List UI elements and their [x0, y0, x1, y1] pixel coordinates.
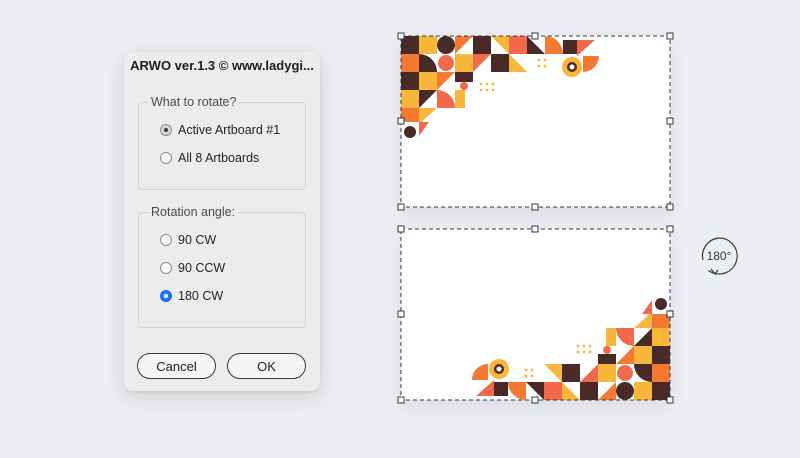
radio-all-artboards-label: All 8 Artboards [178, 151, 260, 165]
radio-90-cw[interactable]: 90 CW [160, 231, 216, 249]
radio-90-cw-label: 90 CW [178, 233, 217, 247]
radio-all-artboards[interactable]: All 8 Artboards [160, 149, 259, 167]
radio-active-artboard-label: Active Artboard #1 [178, 123, 281, 137]
what-to-rotate-group: What to rotate? [138, 95, 306, 190]
geometric-pattern-bottom-right [472, 298, 670, 400]
arwo-dialog: ARWO ver.1.3 © www.ladygi... What to rot… [124, 52, 320, 391]
rotation-angle-legend: Rotation angle: [148, 205, 239, 219]
geometric-pattern-top-left [401, 36, 599, 138]
radio-90-ccw[interactable]: 90 CCW [160, 259, 225, 277]
radio-button-icon [160, 124, 172, 136]
selection-box-top [397, 32, 674, 211]
radio-button-icon [160, 234, 172, 246]
radio-90-ccw-label: 90 CCW [178, 261, 226, 275]
radio-button-icon [160, 152, 172, 164]
ok-button[interactable]: OK [227, 353, 306, 379]
radio-button-icon [160, 290, 172, 302]
rotation-badge-label: 180° [706, 249, 732, 263]
radio-180-cw-label: 180 CW [178, 289, 224, 303]
radio-180-cw[interactable]: 180 CW [160, 287, 223, 305]
dialog-title: ARWO ver.1.3 © www.ladygi... [130, 58, 314, 73]
artboard-top[interactable] [401, 36, 670, 207]
radio-button-icon [160, 262, 172, 274]
artboard-bottom[interactable] [401, 229, 670, 400]
selection-box-bottom [397, 225, 674, 404]
radio-active-artboard[interactable]: Active Artboard #1 [160, 121, 280, 139]
what-to-rotate-legend: What to rotate? [148, 95, 240, 109]
rotate-180-icon: 180° [699, 236, 739, 278]
cancel-button[interactable]: Cancel [137, 353, 216, 379]
